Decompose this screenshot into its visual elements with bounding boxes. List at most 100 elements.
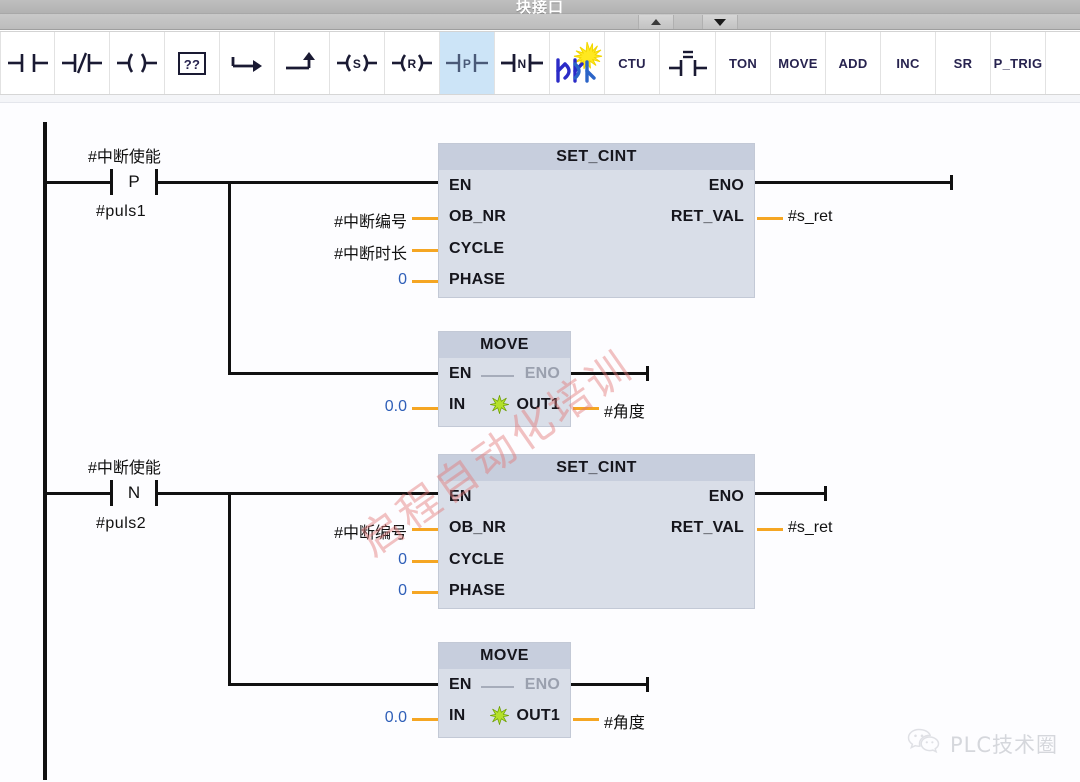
toolbar-close-branch[interactable]	[275, 32, 330, 94]
coil-icon	[115, 50, 159, 76]
window-sub-bar	[0, 14, 1080, 30]
rung2-phase-operand[interactable]: 0	[245, 582, 407, 600]
rung1-cycle-pinwire	[412, 249, 438, 252]
toolbar-sr-flipflop[interactable]: SR	[936, 32, 991, 94]
rung1-phase-operand[interactable]: 0	[245, 271, 407, 289]
pin-eno: ENO	[708, 177, 744, 194]
rung2-contact-n[interactable]: N	[110, 480, 158, 506]
toolbar-ctu-counter[interactable]: CTU	[605, 32, 660, 94]
triangle-up-icon	[651, 19, 661, 25]
rung2-cycle-pinwire	[412, 560, 438, 563]
svg-text:N: N	[518, 57, 527, 71]
rung2-cycle-operand[interactable]: 0	[245, 551, 407, 569]
ladder-canvas[interactable]: P #中断使能 #puls1 SET_CINT EN OB_NR CYCLE P…	[0, 103, 1080, 782]
rung1-cycle-operand[interactable]: #中断时长	[245, 240, 407, 264]
svg-text:P: P	[463, 57, 471, 71]
n-contact-icon: N	[499, 50, 545, 76]
move-block-2-body: EN IN ENO OUT1	[439, 669, 570, 737]
toolbar-open-branch[interactable]	[220, 32, 275, 94]
set-cint-block-1[interactable]: SET_CINT EN OB_NR CYCLE PHASE ENO RET_VA…	[438, 143, 755, 298]
toolbar-normally-closed-contact[interactable]	[55, 32, 110, 94]
triangle-down-icon	[714, 18, 726, 26]
rung1-retval-operand[interactable]: #s_ret	[788, 208, 832, 226]
rung1-wire-left	[45, 181, 110, 184]
contact-type-letter: N	[127, 483, 141, 502]
toolbar-favorites[interactable]	[550, 32, 605, 94]
rung1-retval-pinwire	[757, 217, 783, 220]
pin-ob-nr: OB_NR	[449, 208, 507, 225]
rung1-obnr-operand[interactable]: #中断编号	[245, 208, 407, 232]
pin-eno: ENO	[524, 365, 560, 382]
pin-eno: ENO	[708, 488, 744, 505]
inc-label: INC	[896, 55, 920, 71]
rung2-branch-vertical	[228, 492, 231, 685]
rung2-retval-operand[interactable]: #s_ret	[788, 519, 832, 537]
rung1-wire-after-contact	[158, 181, 440, 184]
rung1-contact-p[interactable]: P	[110, 169, 158, 195]
rung2-move-in-operand[interactable]: 0.0	[305, 709, 407, 727]
toolbar-reset-coil[interactable]: R	[385, 32, 440, 94]
p-trig-label: P_TRIG	[993, 55, 1043, 71]
move-block-1-title: MOVE	[439, 332, 570, 358]
rung2-phase-pinwire	[412, 591, 438, 594]
rung1-contact-label-above: #中断使能	[88, 149, 161, 166]
toolbar-ton-timer[interactable]: TON	[716, 32, 771, 94]
rung2-move-eno-endtick	[646, 677, 649, 692]
move-label: MOVE	[778, 55, 818, 71]
pin-cycle: CYCLE	[449, 551, 505, 568]
pin-ret-val: RET_VAL	[670, 519, 744, 536]
set-cint-block-1-body: EN OB_NR CYCLE PHASE ENO RET_VAL	[439, 170, 754, 297]
move-block-2[interactable]: MOVE EN IN ENO OUT1	[438, 642, 571, 738]
toolbar-underline	[0, 95, 1080, 103]
set-cint-block-2[interactable]: SET_CINT EN OB_NR CYCLE PHASE ENO RET_VA…	[438, 454, 755, 609]
svg-text:R: R	[408, 57, 417, 71]
toolbar-compare-equal[interactable]	[660, 32, 716, 94]
rung2-move-out-pinwire	[573, 718, 599, 721]
rung2-move-out-operand[interactable]: #角度	[604, 709, 645, 733]
compare-equal-icon	[666, 46, 710, 80]
toolbar-p-trig-instruction[interactable]: P_TRIG	[991, 32, 1046, 94]
rung1-move-eno-wire	[571, 372, 649, 375]
p-contact-icon: P	[444, 50, 490, 76]
rung1-move-in-pinwire	[412, 407, 438, 410]
rung2-contact-label-below: #puls2	[96, 515, 147, 532]
move-block-1[interactable]: MOVE EN IN ENO OUT1	[438, 331, 571, 427]
scroll-up-button[interactable]	[638, 15, 674, 29]
power-rail	[43, 122, 47, 780]
rung1-move-branch-wire	[228, 372, 440, 375]
toolbar-move-instruction[interactable]: MOVE	[771, 32, 826, 94]
toolbar-negative-edge-contact[interactable]: N	[495, 32, 550, 94]
toolbar-inc-instruction[interactable]: INC	[881, 32, 936, 94]
ctu-label: CTU	[618, 55, 646, 71]
pin-ret-val: RET_VAL	[670, 208, 744, 225]
pin-en: EN	[449, 676, 472, 693]
pin-eno: ENO	[524, 676, 560, 693]
pin-phase: PHASE	[449, 271, 506, 288]
toolbar-output-coil[interactable]	[110, 32, 165, 94]
reset-coil-icon: R	[390, 50, 434, 76]
ton-label: TON	[728, 55, 758, 71]
pin-out1: OUT1	[516, 707, 560, 724]
rung2-move-branch-wire	[228, 683, 440, 686]
rung2-eno-wire	[755, 492, 827, 495]
toolbar-add-instruction[interactable]: ADD	[826, 32, 881, 94]
rung1-eno-endtick	[950, 175, 953, 190]
rung2-eno-endtick	[824, 486, 827, 501]
move-block-2-title: MOVE	[439, 643, 570, 669]
pin-in: IN	[449, 396, 466, 413]
rung1-move-eno-endtick	[646, 366, 649, 381]
move-block-1-starburst-icon	[490, 394, 509, 419]
rung2-obnr-operand[interactable]: #中断编号	[245, 519, 407, 543]
rung1-move-out-pinwire	[573, 407, 599, 410]
instruction-toolbar: ?? S R P N CTU TON MOVE ADD INC SR P_TRI…	[0, 31, 1080, 95]
rung1-move-out-operand[interactable]: #角度	[604, 398, 645, 422]
toolbar-spacer	[1046, 32, 1080, 94]
toolbar-normally-open-contact[interactable]	[0, 32, 55, 94]
scroll-down-button[interactable]	[702, 15, 738, 29]
rung1-move-in-operand[interactable]: 0.0	[305, 398, 407, 416]
pin-out1: OUT1	[516, 396, 560, 413]
toolbar-positive-edge-contact[interactable]: P	[440, 32, 495, 94]
move-block-1-eno-connector	[481, 375, 514, 377]
toolbar-set-coil[interactable]: S	[330, 32, 385, 94]
toolbar-empty-box[interactable]: ??	[165, 32, 220, 94]
